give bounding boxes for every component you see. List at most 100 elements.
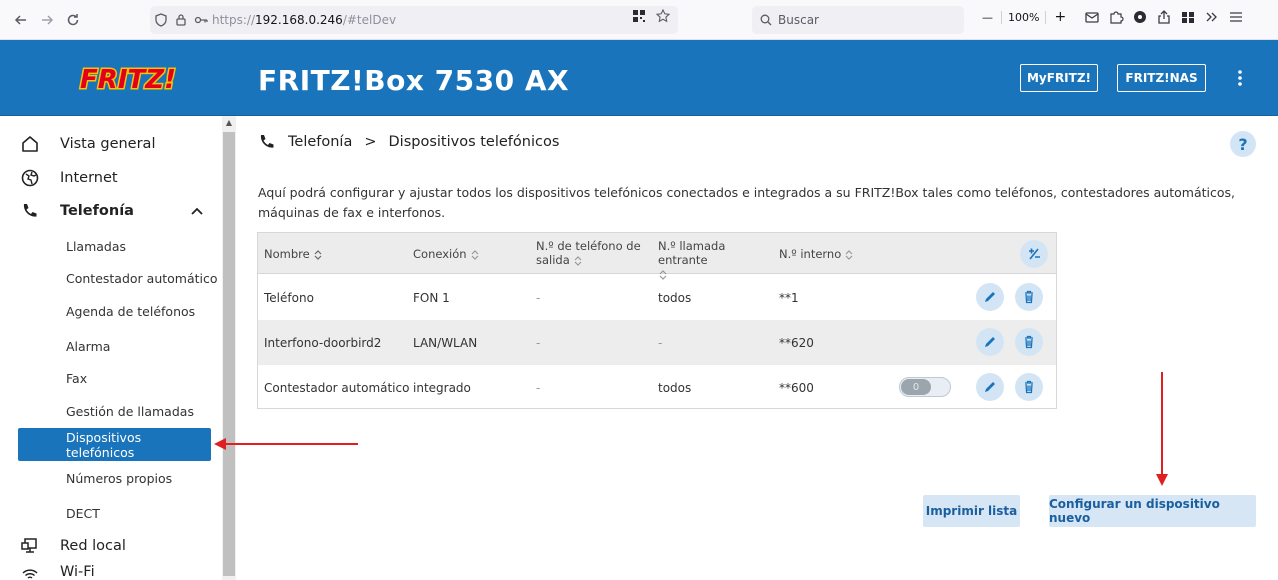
phone-icon	[20, 201, 40, 221]
hamburger-icon[interactable]	[1228, 9, 1244, 25]
more-menu-icon[interactable]	[1232, 66, 1248, 90]
cell-conexion: integrado	[413, 380, 471, 395]
trash-icon[interactable]	[1015, 373, 1043, 401]
sidebar-item-telefonia[interactable]: Telefonía	[20, 197, 134, 225]
globe-icon	[20, 168, 40, 188]
sidebar-item-label: Wi-Fi	[60, 564, 95, 580]
annotation-arrow-down	[1156, 372, 1168, 486]
devices-table: Nombre Conexión N.º de teléfono de salid…	[257, 232, 1057, 409]
cell-entrante: -	[658, 335, 663, 350]
cell-salida: -	[536, 380, 541, 395]
sidebar-item-agenda[interactable]: Agenda de teléfonos	[66, 301, 195, 321]
fritznas-button[interactable]: FRITZ!NAS	[1117, 64, 1206, 92]
product-title: FRITZ!Box 7530 AX	[258, 64, 570, 97]
sidebar-item-vista-general[interactable]: Vista general	[20, 130, 155, 158]
search-bar[interactable]: Buscar	[752, 6, 964, 34]
sidebar-item-llamadas[interactable]: Llamadas	[66, 236, 126, 256]
table-row: Contestador automático integrado - todos…	[258, 365, 1056, 410]
header-salida[interactable]: N.º de teléfono de salida	[536, 239, 641, 267]
puzzle-icon[interactable]	[1108, 9, 1124, 25]
network-icon	[20, 536, 40, 556]
sidebar-item-label: Vista general	[60, 136, 156, 152]
search-icon	[760, 14, 772, 26]
lock-icon[interactable]	[174, 13, 188, 27]
scroll-up-icon[interactable]: ▲	[224, 118, 234, 128]
trash-icon[interactable]	[1015, 283, 1043, 311]
phone-icon	[258, 133, 276, 151]
zoom-level[interactable]: 100%	[1001, 10, 1047, 24]
cell-salida: -	[536, 290, 541, 305]
cell-interno: **1	[779, 290, 799, 305]
sidebar-item-label: Telefonía	[60, 203, 134, 219]
sidebar-item-numeros[interactable]: Números propios	[66, 468, 172, 488]
sidebar-item-label: Red local	[60, 538, 126, 554]
toggle-knob: 0	[901, 379, 931, 395]
sort-icon	[573, 255, 583, 267]
table-row: Interfono-doorbird2 LAN/WLAN - - **620	[258, 320, 1056, 365]
zoom-out-icon[interactable]: —	[978, 11, 997, 24]
cell-salida: -	[536, 335, 541, 350]
cell-entrante: todos	[658, 380, 692, 395]
qr-icon[interactable]	[632, 9, 646, 23]
zoom-in-icon[interactable]: +	[1050, 9, 1070, 25]
mail-icon[interactable]	[1084, 9, 1100, 25]
intro-text: Aquí podrá configurar y ajustar todos lo…	[258, 185, 1235, 220]
breadcrumb: Telefonía > Dispositivos telefónicos	[258, 133, 559, 151]
table-header: Nombre Conexión N.º de teléfono de salid…	[258, 233, 1056, 280]
search-placeholder: Buscar	[778, 13, 819, 27]
breadcrumb-section[interactable]: Telefonía	[288, 134, 352, 150]
sort-icon	[844, 249, 854, 261]
extension-icons	[1084, 9, 1244, 25]
sidebar-item-gestion[interactable]: Gestión de llamadas	[66, 401, 194, 421]
sidebar-item-label: Internet	[60, 170, 118, 186]
breadcrumb-page: Dispositivos telefónicos	[388, 134, 560, 150]
sort-icon	[470, 249, 480, 261]
sidebar-item-alarma[interactable]: Alarma	[66, 336, 110, 356]
sidebar-item-red-local[interactable]: Red local	[20, 532, 126, 560]
sidebar-item-internet[interactable]: Internet	[20, 164, 118, 192]
circle-icon[interactable]	[1132, 9, 1148, 25]
sidebar-item-dispositivos[interactable]: Dispositivos telefónicos	[18, 428, 211, 461]
header-nombre[interactable]: Nombre	[264, 247, 323, 261]
sidebar-item-wifi[interactable]: Wi-Fi	[20, 564, 95, 580]
edit-icon[interactable]	[976, 328, 1004, 356]
print-list-button[interactable]: Imprimir lista	[923, 495, 1020, 527]
reload-icon[interactable]	[62, 9, 84, 31]
fritz-logo[interactable]: FRITZ!	[74, 52, 182, 104]
grid-icon[interactable]	[1180, 9, 1196, 25]
shield-icon[interactable]	[154, 13, 168, 27]
cell-entrante: todos	[658, 290, 692, 305]
edit-icon[interactable]	[976, 373, 1004, 401]
share-icon[interactable]	[1156, 9, 1172, 25]
cell-nombre: Interfono-doorbird2	[264, 335, 382, 350]
url-text: https://192.168.0.246/#telDev	[212, 13, 397, 27]
app-header: FRITZ! FRITZ!Box 7530 AX MyFRITZ! FRITZ!…	[0, 40, 1278, 116]
answering-machine-toggle[interactable]: 0	[899, 377, 951, 397]
header-interno[interactable]: N.º interno	[779, 247, 854, 261]
help-button[interactable]: ?	[1230, 131, 1256, 157]
overflow-icon[interactable]	[1204, 9, 1220, 25]
home-icon	[20, 134, 40, 154]
header-conexion[interactable]: Conexión	[413, 247, 480, 261]
chevron-up-icon[interactable]	[190, 204, 204, 218]
zoom-controls: — 100% +	[978, 9, 1070, 25]
myfritz-button[interactable]: MyFRITZ!	[1020, 64, 1098, 92]
sort-icon	[313, 249, 323, 261]
cell-conexion: FON 1	[413, 290, 450, 305]
sidebar: Vista general Internet Telefonía Llamada…	[0, 116, 236, 580]
sidebar-item-fax[interactable]: Fax	[66, 368, 87, 388]
key-icon[interactable]	[194, 13, 208, 27]
browser-toolbar: https://192.168.0.246/#telDev Buscar — 1…	[0, 0, 1278, 40]
edit-icon[interactable]	[976, 283, 1004, 311]
trash-icon[interactable]	[1015, 328, 1043, 356]
url-bar[interactable]: https://192.168.0.246/#telDev	[150, 6, 678, 34]
sidebar-scrollbar-thumb[interactable]	[223, 132, 235, 576]
sidebar-item-contestador[interactable]: Contestador automático	[66, 268, 218, 288]
star-icon[interactable]	[656, 9, 670, 23]
back-icon[interactable]	[10, 9, 32, 31]
configure-device-button[interactable]: Configurar un dispositivo nuevo	[1049, 495, 1256, 527]
plus-minus-icon[interactable]	[1020, 240, 1048, 268]
forward-icon[interactable]	[36, 9, 58, 31]
sidebar-item-dect[interactable]: DECT	[66, 503, 100, 523]
table-row: Teléfono FON 1 - todos **1	[258, 275, 1056, 320]
